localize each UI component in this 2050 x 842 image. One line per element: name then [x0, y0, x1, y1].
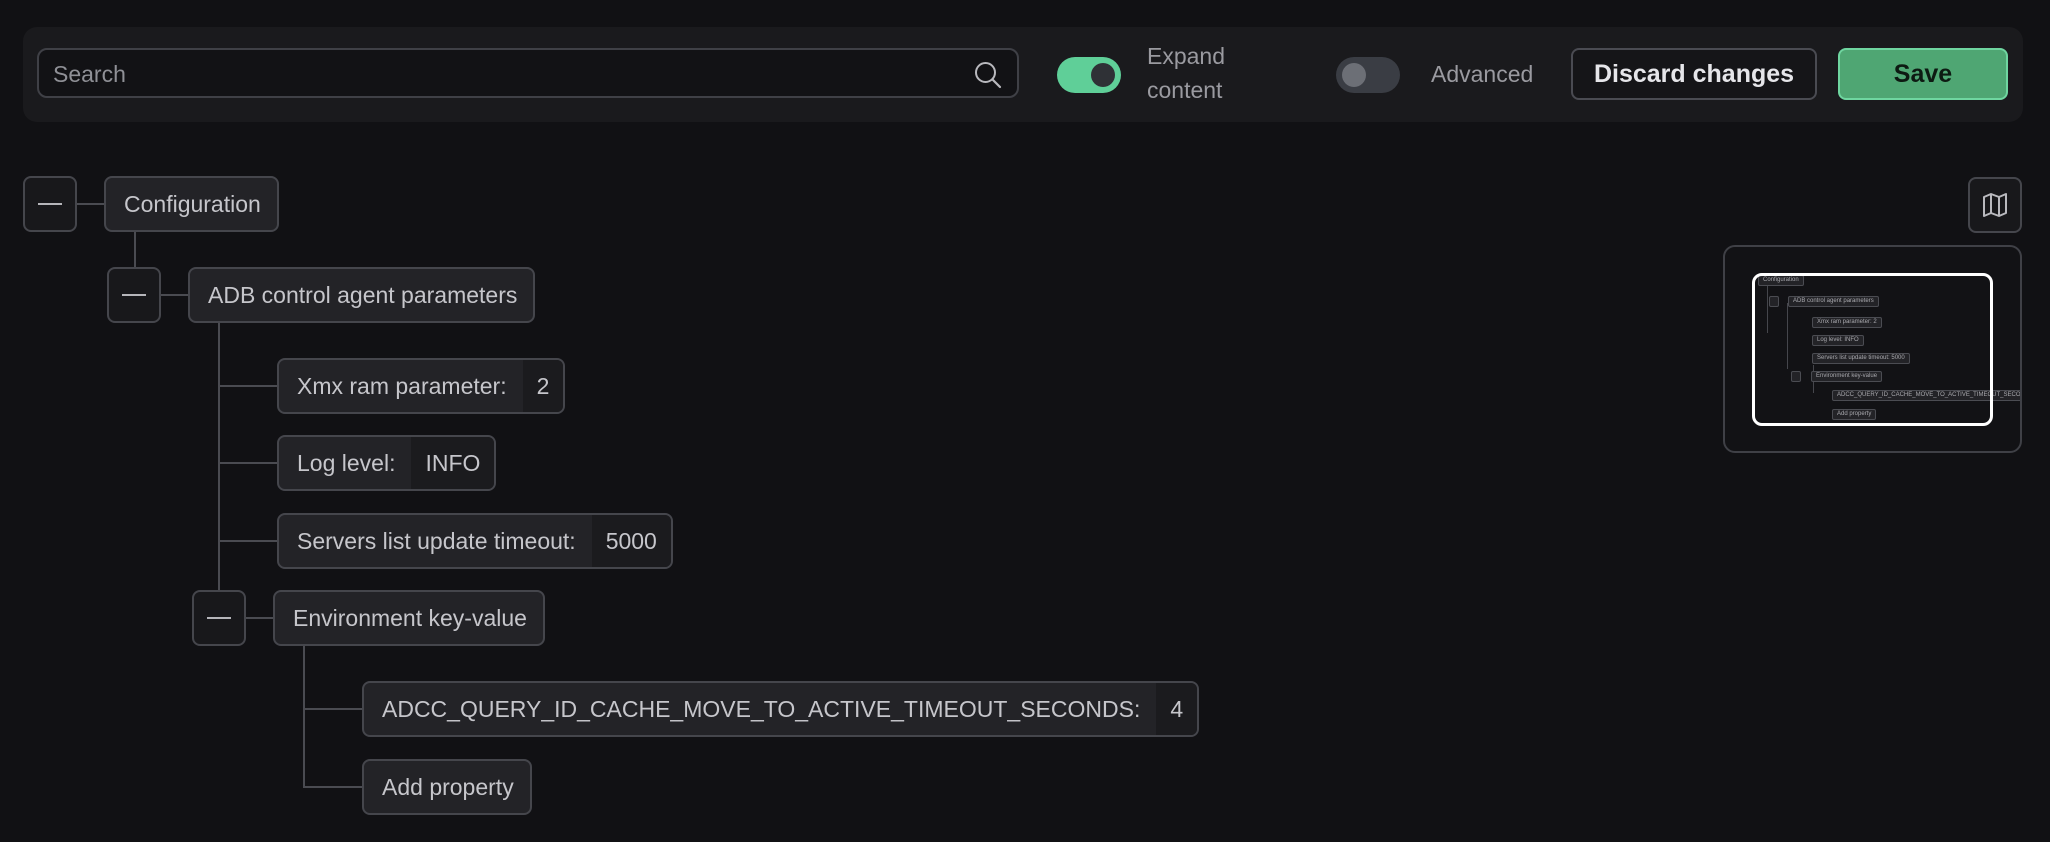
env-property[interactable]: ADCC_QUERY_ID_CACHE_MOVE_TO_ACTIVE_TIMEO… [362, 681, 1200, 737]
minimap[interactable]: Configuration ADB control agent paramete… [1723, 245, 2022, 453]
save-button[interactable]: Save [1838, 48, 2008, 100]
param-servers-list-update-timeout[interactable]: Servers list update timeout: 5000 [277, 513, 673, 569]
tree-connector [303, 645, 305, 787]
map-icon [1983, 193, 2007, 217]
tree-connector [303, 708, 363, 710]
tree-connector [303, 786, 363, 788]
tree-node-environment[interactable]: Environment key-value [273, 590, 545, 646]
add-property-button[interactable]: Add property [362, 759, 532, 815]
tree-connector [245, 617, 274, 619]
param-label: Servers list update timeout: [297, 527, 576, 554]
property-value[interactable]: 4 [1156, 683, 1198, 735]
collapse-configuration-button[interactable] [23, 176, 77, 232]
param-label: Log level: [297, 449, 396, 476]
collapse-environment-button[interactable] [192, 590, 246, 646]
tree-connector [77, 203, 105, 205]
property-key: ADCC_QUERY_ID_CACHE_MOVE_TO_ACTIVE_TIMEO… [382, 695, 1141, 722]
tree-connector [218, 385, 278, 387]
discard-changes-button[interactable]: Discard changes [1571, 48, 1817, 100]
search-icon[interactable] [973, 60, 1003, 95]
minimap-viewport[interactable] [1752, 273, 1993, 426]
tree-connector [161, 294, 189, 296]
expand-content-label: Expand content [1147, 43, 1226, 103]
param-log-level[interactable]: Log level: INFO [277, 435, 497, 491]
minimap-toggle-button[interactable] [1968, 177, 2022, 233]
minus-icon [122, 294, 146, 296]
param-value[interactable]: 2 [522, 360, 564, 412]
search-input[interactable] [51, 50, 955, 98]
param-label: Xmx ram parameter: [297, 372, 507, 399]
param-value[interactable]: INFO [411, 437, 495, 489]
advanced-label: Advanced [1431, 61, 1534, 87]
tree-node-adb-parameters[interactable]: ADB control agent parameters [188, 267, 536, 323]
advanced-toggle[interactable] [1336, 57, 1400, 93]
add-property-label: Add property [382, 773, 514, 800]
node-label: Environment key-value [293, 604, 527, 631]
minus-icon [38, 203, 62, 205]
node-label: Configuration [124, 190, 261, 217]
tree-connector [218, 540, 278, 542]
tree-connector [218, 462, 278, 464]
toggle-knob [1091, 63, 1115, 87]
tree-node-configuration[interactable]: Configuration [104, 176, 279, 232]
param-value[interactable]: 5000 [591, 515, 671, 567]
collapse-adb-parameters-button[interactable] [107, 267, 161, 323]
expand-content-toggle[interactable] [1057, 57, 1121, 93]
toggle-knob [1342, 63, 1366, 87]
node-label: ADB control agent parameters [208, 281, 518, 308]
minus-icon [207, 617, 231, 619]
tree-connector [218, 323, 220, 593]
tree-connector [134, 232, 136, 270]
param-xmx-ram[interactable]: Xmx ram parameter: 2 [277, 358, 566, 414]
search-box[interactable] [37, 48, 1019, 98]
